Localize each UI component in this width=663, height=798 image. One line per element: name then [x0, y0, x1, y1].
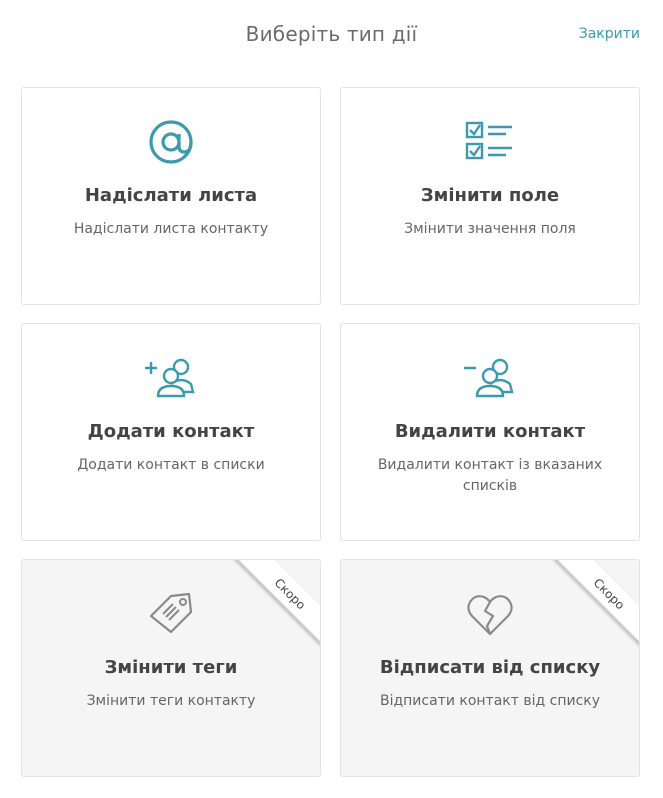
- add-user-icon: [22, 352, 320, 404]
- card-title: Надіслати листа: [84, 185, 258, 206]
- modal-header: Виберіть тип дії Закрити: [0, 0, 663, 70]
- action-card-unsubscribe: Відписати від списку Відписати контакт в…: [340, 559, 640, 777]
- card-title: Видалити контакт: [394, 421, 586, 442]
- action-card-change-tags: Змінити теги Змінити теги контакту Скоро: [21, 559, 321, 777]
- card-description: Видалити контакт із вказаних списків: [377, 457, 603, 494]
- tag-icon: [22, 588, 320, 640]
- card-description: Відписати контакт від списку: [379, 693, 601, 709]
- remove-user-icon: [341, 352, 639, 404]
- page-title: Виберіть тип дії: [245, 22, 418, 46]
- card-description: Надіслати листа контакту: [73, 221, 269, 237]
- card-title: Змінити теги: [104, 657, 238, 678]
- broken-heart-icon: [341, 588, 639, 640]
- card-title: Додати контакт: [87, 421, 255, 442]
- card-title: Відписати від списку: [379, 657, 601, 678]
- card-description: Змінити значення поля: [404, 221, 576, 237]
- card-title: Змінити поле: [420, 185, 560, 206]
- close-button[interactable]: Закрити: [579, 26, 640, 42]
- card-description: Змінити теги контакту: [86, 693, 256, 709]
- action-card-send-email[interactable]: Надіслати листа Надіслати листа контакту: [21, 87, 321, 305]
- action-card-add-contact[interactable]: Додати контакт Додати контакт в списки: [21, 323, 321, 541]
- action-card-remove-contact[interactable]: Видалити контакт Видалити контакт із вка…: [340, 323, 640, 541]
- card-description: Додати контакт в списки: [77, 457, 265, 473]
- at-sign-icon: [22, 116, 320, 168]
- action-card-change-field[interactable]: Змінити поле Змінити значення поля: [340, 87, 640, 305]
- checklist-icon: [341, 116, 639, 168]
